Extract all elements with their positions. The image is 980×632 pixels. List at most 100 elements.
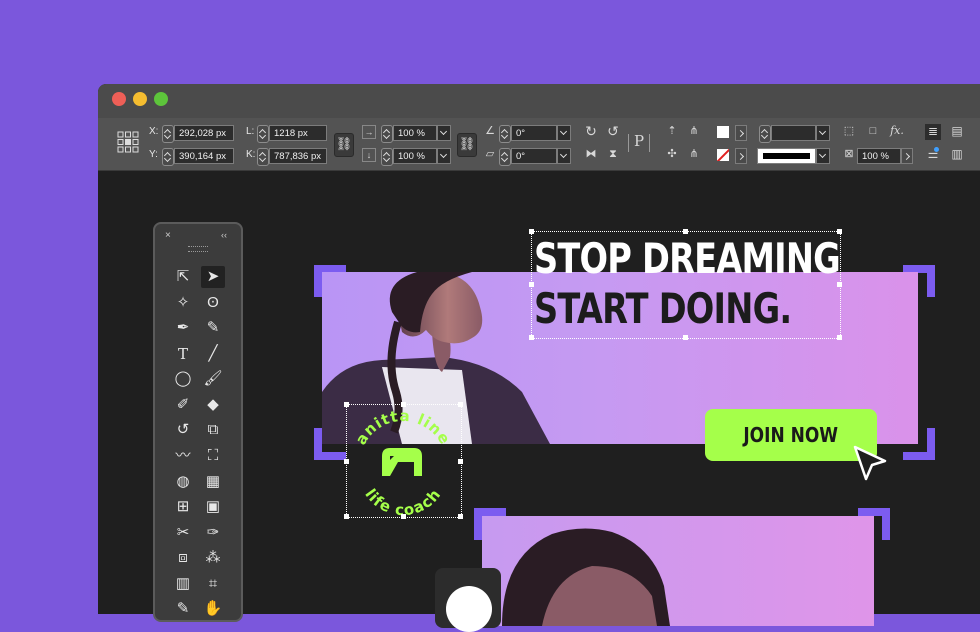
stroke-weight-dropdown[interactable] — [816, 125, 830, 141]
select-container-icon[interactable]: ⇡ — [664, 124, 680, 140]
stroke-type-dropdown[interactable] — [816, 148, 830, 164]
selection-handle[interactable] — [458, 402, 463, 407]
direct-selection-tool-icon[interactable]: ⇱ — [171, 266, 195, 288]
minimize-window-button[interactable] — [133, 92, 147, 106]
y-stepper[interactable] — [162, 148, 174, 166]
shape-builder-tool-icon[interactable]: ◍ — [171, 471, 195, 493]
paintbrush-tool-icon[interactable]: 🖌 — [201, 368, 225, 390]
artboard-tool-icon[interactable]: ⌗ — [201, 573, 225, 595]
drop-shadow-icon[interactable]: □ — [865, 124, 881, 140]
pen-tool-icon[interactable]: ✒ — [171, 317, 195, 339]
secondary-photo[interactable] — [482, 516, 874, 626]
hand-tool-icon[interactable]: ✋ — [201, 598, 225, 620]
close-window-button[interactable] — [112, 92, 126, 106]
width-field[interactable]: 1218 px — [269, 125, 327, 141]
flip-vertical-icon[interactable]: ⧗ — [605, 147, 621, 163]
stroke-swatch[interactable] — [717, 149, 729, 161]
perspective-grid-tool-icon[interactable]: ▦ — [201, 471, 225, 493]
lasso-tool-icon[interactable]: ʘ — [201, 292, 225, 314]
fill-menu-button[interactable] — [735, 125, 747, 141]
scale-x-dropdown[interactable] — [437, 125, 451, 141]
width-stepper[interactable] — [257, 125, 269, 143]
stroke-menu-button[interactable] — [735, 148, 747, 164]
flip-horizontal-icon[interactable]: ⧓ — [583, 147, 599, 163]
scale-y-stepper[interactable] — [381, 148, 393, 166]
measure-tool-icon[interactable]: ✂ — [171, 522, 195, 544]
selection-handle[interactable] — [683, 335, 688, 340]
scale-y-dropdown[interactable] — [437, 148, 451, 164]
shear-dropdown[interactable] — [557, 148, 571, 164]
warp-tool-icon[interactable]: 〰 — [171, 445, 195, 467]
effects-fx-icon[interactable]: fx. — [889, 124, 905, 140]
opacity-field[interactable]: 100 % — [857, 148, 901, 164]
height-field[interactable]: 787,836 px — [269, 148, 327, 164]
blend-tool-icon[interactable]: ⧈ — [171, 547, 195, 569]
selection-handle[interactable] — [837, 229, 842, 234]
selection-handle[interactable] — [401, 514, 406, 519]
selection-handle[interactable] — [529, 282, 534, 287]
frame-options-icon[interactable]: ▥ — [949, 147, 965, 163]
frame-fitting-icon[interactable]: ⬚ — [841, 124, 857, 140]
rotate-clockwise-icon[interactable]: ↻ — [583, 124, 599, 140]
free-transform-tool-icon[interactable]: ⛶ — [201, 445, 225, 467]
constrain-scale-link-icon[interactable]: ⛓ — [457, 133, 477, 157]
selection-handle[interactable] — [344, 402, 349, 407]
text-wrap-icon[interactable]: ▤ — [949, 124, 965, 140]
select-next-icon[interactable]: ⋔ — [686, 147, 702, 163]
mesh-tool-icon[interactable]: ⊞ — [171, 496, 195, 518]
selection-handle[interactable] — [458, 514, 463, 519]
tools-panel-grip[interactable] — [188, 246, 208, 252]
ellipse-tool-icon[interactable]: ◯ — [171, 368, 195, 390]
scale-y-field[interactable]: 100 % — [393, 148, 437, 164]
corner-options-icon[interactable]: ⚌ — [925, 147, 941, 163]
selection-handle[interactable] — [837, 282, 842, 287]
eyedropper-tool-icon[interactable]: ✑ — [201, 522, 225, 544]
eraser-tool-icon[interactable]: ◆ — [201, 394, 225, 416]
selection-handle[interactable] — [837, 335, 842, 340]
record-button[interactable] — [446, 586, 492, 632]
magic-wand-tool-icon[interactable]: ✧ — [171, 292, 195, 314]
curvature-tool-icon[interactable]: ✎ — [201, 317, 225, 339]
reference-point-icon[interactable] — [117, 131, 139, 153]
opacity-menu-button[interactable] — [901, 148, 913, 164]
x-position-field[interactable]: 292,028 px — [174, 125, 234, 141]
type-tool-icon[interactable]: T — [171, 343, 195, 365]
scale-tool-icon[interactable]: ⧉ — [201, 419, 225, 441]
rotate-dropdown[interactable] — [557, 125, 571, 141]
selection-handle[interactable] — [344, 459, 349, 464]
selection-handle[interactable] — [683, 229, 688, 234]
rotate-stepper[interactable] — [499, 125, 511, 143]
rotate-tool-icon[interactable]: ↺ — [171, 419, 195, 441]
selection-handle[interactable] — [344, 514, 349, 519]
rotate-field[interactable]: 0° — [511, 125, 557, 141]
selection-tool-icon[interactable]: ➤ — [201, 266, 225, 288]
align-text-icon[interactable]: ≣ — [925, 124, 941, 140]
constrain-proportions-link-icon[interactable]: ⛓ — [334, 133, 354, 157]
column-graph-tool-icon[interactable]: ▥ — [171, 573, 195, 595]
stroke-weight-stepper[interactable] — [759, 125, 771, 143]
rotate-counterclockwise-icon[interactable]: ↺ — [605, 124, 621, 140]
shear-field[interactable]: 0° — [511, 148, 557, 164]
gradient-tool-icon[interactable]: ▣ — [201, 496, 225, 518]
select-content-icon[interactable]: ⋔ — [686, 124, 702, 140]
selection-handle[interactable] — [458, 459, 463, 464]
height-stepper[interactable] — [257, 148, 269, 166]
y-position-field[interactable]: 390,164 px — [174, 148, 234, 164]
stroke-weight-field[interactable] — [771, 125, 816, 141]
select-previous-icon[interactable]: ✣ — [664, 147, 680, 163]
shear-stepper[interactable] — [499, 148, 511, 166]
maximize-window-button[interactable] — [154, 92, 168, 106]
stroke-type-field[interactable] — [757, 148, 816, 164]
selection-handle[interactable] — [529, 229, 534, 234]
slice-tool-icon[interactable]: ✎ — [171, 598, 195, 620]
x-stepper[interactable] — [162, 125, 174, 143]
shaper-tool-icon[interactable]: ✐ — [171, 394, 195, 416]
scale-x-field[interactable]: 100 % — [393, 125, 437, 141]
selection-handle[interactable] — [401, 402, 406, 407]
selection-handle[interactable] — [529, 335, 534, 340]
symbol-sprayer-tool-icon[interactable]: ⁂ — [201, 547, 225, 569]
scale-x-stepper[interactable] — [381, 125, 393, 143]
line-tool-icon[interactable]: ╱ — [201, 343, 225, 365]
tools-panel-collapse-button[interactable]: ‹‹ — [221, 230, 307, 244]
fill-swatch[interactable] — [717, 126, 729, 138]
